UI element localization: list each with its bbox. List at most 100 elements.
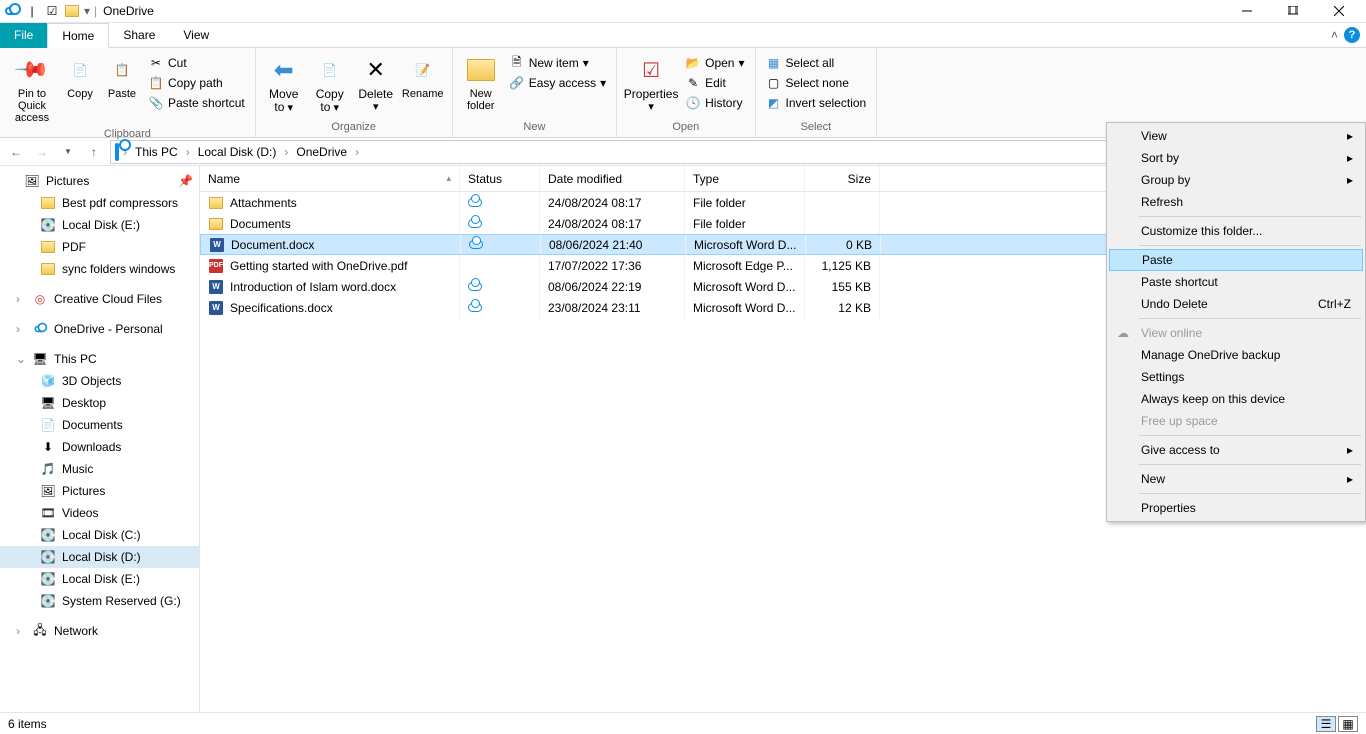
- tab-view[interactable]: View: [169, 23, 223, 48]
- expand-icon[interactable]: ›: [16, 322, 26, 336]
- details-view-button[interactable]: ☰: [1316, 716, 1336, 732]
- col-name[interactable]: Name▴: [200, 166, 460, 191]
- nav-pictures[interactable]: 🖼Pictures📌: [0, 170, 199, 192]
- ribbon-collapse-chevron[interactable]: ˄: [1331, 28, 1338, 42]
- nav-desktop[interactable]: 🖥Desktop: [0, 392, 199, 414]
- nav-downloads[interactable]: ⬇Downloads: [0, 436, 199, 458]
- paste-label: Paste: [108, 88, 136, 100]
- ctx-new[interactable]: New▸: [1109, 468, 1363, 490]
- new-item-button[interactable]: 🗎New item ▾: [505, 54, 610, 72]
- nav-videos[interactable]: 🎞Videos: [0, 502, 199, 524]
- cloud-status-icon: [468, 198, 482, 207]
- rename-button[interactable]: 📝Rename: [400, 50, 446, 104]
- shortcut-label: Ctrl+Z: [1318, 297, 1351, 311]
- nav-local-disk-e-qa[interactable]: 💽Local Disk (E:): [0, 214, 199, 236]
- nav-network[interactable]: ›🖧Network: [0, 620, 199, 642]
- paste-button[interactable]: 📋 Paste: [102, 50, 142, 104]
- col-type[interactable]: Type: [685, 166, 805, 191]
- nav-documents[interactable]: 📄Documents: [0, 414, 199, 436]
- paste-shortcut-button[interactable]: 📎Paste shortcut: [144, 94, 249, 112]
- cut-button[interactable]: ✂Cut: [144, 54, 249, 72]
- nav-best-pdf[interactable]: Best pdf compressors: [0, 192, 199, 214]
- nav-3d-objects[interactable]: 🧊3D Objects: [0, 370, 199, 392]
- ctx-settings[interactable]: Settings: [1109, 366, 1363, 388]
- edit-button[interactable]: ✎Edit: [681, 74, 748, 92]
- tab-share[interactable]: Share: [109, 23, 169, 48]
- qat-checkbox-icon[interactable]: ☑: [44, 3, 60, 19]
- select-none-button[interactable]: ▢Select none: [762, 74, 871, 92]
- move-to-button[interactable]: ⬅Move to ▾: [262, 50, 306, 118]
- col-date[interactable]: Date modified: [540, 166, 685, 191]
- nav-recent-dropdown[interactable]: ▼: [58, 142, 78, 162]
- crumb-local-disk-d[interactable]: Local Disk (D:): [194, 145, 281, 159]
- nav-music[interactable]: 🎵Music: [0, 458, 199, 480]
- nav-this-pc[interactable]: ⌄🖥This PC: [0, 348, 199, 370]
- nav-pdf[interactable]: PDF: [0, 236, 199, 258]
- help-button[interactable]: ?: [1344, 27, 1360, 43]
- videos-icon: 🎞: [40, 505, 56, 521]
- crumb-this-pc[interactable]: This PC: [131, 145, 182, 159]
- ctx-give-access[interactable]: Give access to▸: [1109, 439, 1363, 461]
- qat-dropdown[interactable]: ▾: [84, 4, 90, 18]
- drive-icon: 💽: [40, 593, 56, 609]
- select-all-button[interactable]: ▦Select all: [762, 54, 871, 72]
- maximize-button[interactable]: [1270, 0, 1316, 23]
- open-button[interactable]: 📂Open ▾: [681, 54, 748, 72]
- ctx-paste-shortcut[interactable]: Paste shortcut: [1109, 271, 1363, 293]
- ctx-properties[interactable]: Properties: [1109, 497, 1363, 519]
- nav-up-button[interactable]: ↑: [84, 142, 104, 162]
- pictures-icon: 🖼: [40, 483, 56, 499]
- ctx-group-by[interactable]: Group by▸: [1109, 169, 1363, 191]
- nav-local-disk-e[interactable]: 💽Local Disk (E:): [0, 568, 199, 590]
- nav-local-disk-c[interactable]: 💽Local Disk (C:): [0, 524, 199, 546]
- nav-onedrive[interactable]: ›OneDrive - Personal: [0, 318, 199, 340]
- expand-icon[interactable]: ›: [16, 624, 26, 638]
- ctx-sort-by[interactable]: Sort by▸: [1109, 147, 1363, 169]
- nav-back-button[interactable]: ←: [6, 142, 26, 162]
- nav-forward-button[interactable]: →: [32, 142, 52, 162]
- collapse-icon[interactable]: ⌄: [16, 352, 26, 366]
- ctx-manage-backup[interactable]: Manage OneDrive backup: [1109, 344, 1363, 366]
- ctx-view-online: ☁View online: [1109, 322, 1363, 344]
- downloads-icon: ⬇: [40, 439, 56, 455]
- new-folder-button[interactable]: New folder: [459, 50, 503, 116]
- chevron-right-icon[interactable]: ›: [355, 145, 359, 159]
- sort-indicator-icon: ▴: [446, 173, 451, 184]
- ctx-view[interactable]: View▸: [1109, 125, 1363, 147]
- properties-button[interactable]: ☑Properties▾: [623, 50, 679, 117]
- col-status[interactable]: Status: [460, 166, 540, 191]
- tab-home[interactable]: Home: [47, 23, 109, 48]
- nav-local-disk-d[interactable]: 💽Local Disk (D:): [0, 546, 199, 568]
- file-date: 24/08/2024 08:17: [540, 213, 685, 234]
- copy-path-button[interactable]: 📋Copy path: [144, 74, 249, 92]
- history-button[interactable]: 🕓History: [681, 94, 748, 112]
- crumb-onedrive[interactable]: OneDrive: [292, 145, 351, 159]
- ctx-refresh[interactable]: Refresh: [1109, 191, 1363, 213]
- delete-button[interactable]: ✕Delete▾: [354, 50, 398, 117]
- pin-to-quick-access-button[interactable]: 📌 Pin to Quick access: [6, 50, 58, 128]
- easy-access-button[interactable]: 🔗Easy access ▾: [505, 74, 610, 92]
- minimize-button[interactable]: [1224, 0, 1270, 23]
- invert-selection-button[interactable]: ◩Invert selection: [762, 94, 871, 112]
- file-type-icon: [208, 216, 224, 232]
- copy-to-button[interactable]: 📄Copy to ▾: [308, 50, 352, 118]
- col-size[interactable]: Size: [805, 166, 880, 191]
- titlebar: | ☑ ▾ | OneDrive: [0, 0, 1366, 23]
- nav-pictures-pc[interactable]: 🖼Pictures: [0, 480, 199, 502]
- close-button[interactable]: [1316, 0, 1362, 23]
- ctx-undo-delete[interactable]: Undo DeleteCtrl+Z: [1109, 293, 1363, 315]
- nav-creative-cloud[interactable]: ›◎Creative Cloud Files: [0, 288, 199, 310]
- large-icons-view-button[interactable]: ▦: [1338, 716, 1358, 732]
- nav-sync-folders[interactable]: sync folders windows: [0, 258, 199, 280]
- copy-to-icon: 📄: [314, 54, 346, 86]
- ctx-customize-folder[interactable]: Customize this folder...: [1109, 220, 1363, 242]
- chevron-right-icon: ▸: [1347, 443, 1353, 457]
- chevron-right-icon[interactable]: ›: [284, 145, 288, 159]
- tab-file[interactable]: File: [0, 23, 47, 48]
- copy-button[interactable]: 📄 Copy: [60, 50, 100, 104]
- ctx-always-keep[interactable]: Always keep on this device: [1109, 388, 1363, 410]
- ctx-paste[interactable]: Paste: [1109, 249, 1363, 271]
- expand-icon[interactable]: ›: [16, 292, 26, 306]
- chevron-right-icon[interactable]: ›: [186, 145, 190, 159]
- nav-system-reserved[interactable]: 💽System Reserved (G:): [0, 590, 199, 612]
